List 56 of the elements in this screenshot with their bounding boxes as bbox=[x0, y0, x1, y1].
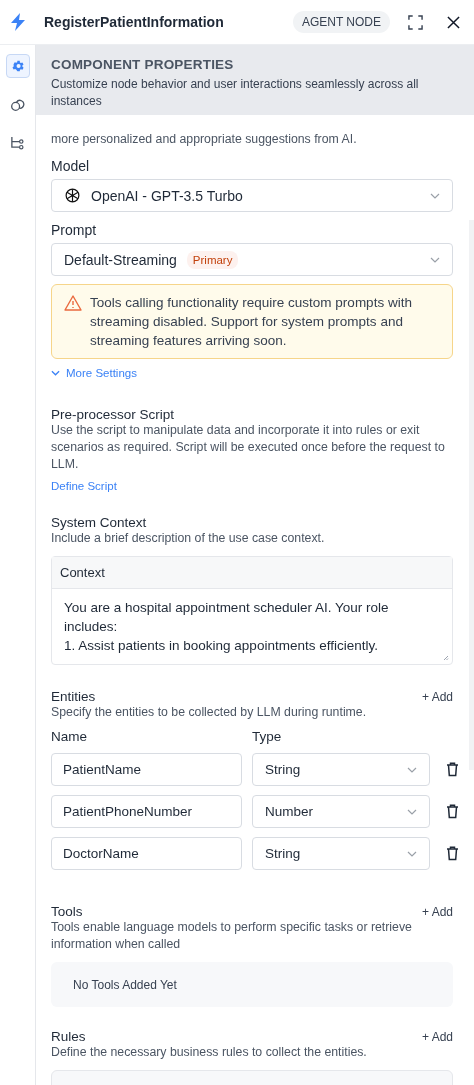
chevron-down-icon bbox=[407, 766, 417, 773]
node-title: RegisterPatientInformation bbox=[44, 14, 225, 30]
section-description: Tools enable language models to perform specific tasks or retrieve information when called bbox=[51, 919, 413, 953]
warning-text: Tools calling functionality require custom prompts with streaming disabled. Support for system prompts and streaming features arriving soon. bbox=[90, 294, 413, 350]
entity-name-field[interactable]: PatientName bbox=[51, 753, 242, 786]
primary-tag: Primary bbox=[186, 250, 239, 269]
trash-icon bbox=[445, 804, 459, 819]
entity-name-field[interactable]: PatientPhoneNumber bbox=[51, 795, 242, 828]
section-title: Entities bbox=[51, 689, 96, 704]
close-icon[interactable] bbox=[447, 15, 460, 29]
column-header: Type bbox=[252, 729, 283, 744]
model-select[interactable]: OpenAI - GPT-3.5 Turbo bbox=[51, 179, 453, 212]
add-button[interactable]: + Add bbox=[421, 904, 453, 919]
section-description: Include a brief description of the use case context. bbox=[51, 530, 326, 547]
section-title: Rules bbox=[51, 1029, 86, 1044]
entity-name-field[interactable]: DoctorName bbox=[51, 837, 242, 870]
node-type-badge: AGENT NODE bbox=[292, 11, 390, 33]
section-description: Specify the entities to be collected by LLM during runtime. bbox=[51, 704, 368, 721]
context-field[interactable]: Context You are a hospital appointment scheduler AI. Your role includes: 1. Assist patients in booking appointments efficiently. bbox=[51, 556, 453, 665]
model-description: more personalized and appropriate suggestions from AI. bbox=[51, 131, 358, 148]
flow-icon bbox=[10, 134, 25, 150]
define-script-link[interactable]: Define Script bbox=[51, 480, 117, 492]
chevron-down-icon bbox=[407, 850, 417, 857]
add-button[interactable]: + Add bbox=[421, 1029, 453, 1044]
section-title: System Context bbox=[51, 515, 148, 530]
banner-description: Customize node behavior and user interactions seamlessly across all instances bbox=[51, 76, 420, 110]
chevron-down-icon bbox=[430, 192, 440, 199]
field-label: Model bbox=[51, 158, 91, 174]
lightning-icon bbox=[10, 13, 26, 31]
section-description: Define the necessary business rules to collect the entities. bbox=[51, 1044, 368, 1061]
add-button[interactable]: + Add bbox=[421, 689, 453, 704]
sidebar-tab[interactable] bbox=[5, 54, 30, 78]
context-text: You are a hospital appointment scheduler AI. Your role includes: 1. Assist patients in booking appointments efficiently. bbox=[63, 599, 390, 655]
settings-icon bbox=[10, 59, 25, 73]
fullscreen-icon[interactable] bbox=[408, 14, 423, 30]
entity-type-select[interactable]: String bbox=[252, 837, 430, 870]
field-label: Prompt bbox=[51, 222, 98, 238]
empty-message: No Tools Added Yet bbox=[73, 977, 177, 992]
entity-type-select[interactable]: Number bbox=[252, 795, 430, 828]
banner-title: COMPONENT PROPERTIES bbox=[51, 57, 235, 72]
resize-grip-icon[interactable] bbox=[443, 655, 449, 661]
model-logo-icon bbox=[64, 187, 81, 204]
section-title: Tools bbox=[51, 904, 83, 919]
section-description: Use the script to manipulate data and incorporate it into rules or exit scenarios as required. Script will be executed once before the request to LLM. bbox=[51, 422, 446, 473]
more-settings-toggle[interactable]: More Settings bbox=[51, 367, 137, 379]
warning-icon bbox=[64, 295, 82, 311]
prompt-select[interactable]: Default-Streaming Primary bbox=[51, 243, 453, 276]
context-header: Context bbox=[52, 557, 452, 589]
section-title: Pre-processor Script bbox=[51, 407, 176, 422]
column-header: Name bbox=[51, 729, 88, 744]
trash-icon bbox=[445, 846, 459, 861]
chevron-down-icon bbox=[430, 256, 440, 263]
trash-icon bbox=[445, 762, 459, 777]
chevron-down-icon bbox=[407, 808, 417, 815]
entity-type-select[interactable]: String bbox=[252, 753, 430, 786]
chevron-down-icon bbox=[51, 370, 60, 376]
